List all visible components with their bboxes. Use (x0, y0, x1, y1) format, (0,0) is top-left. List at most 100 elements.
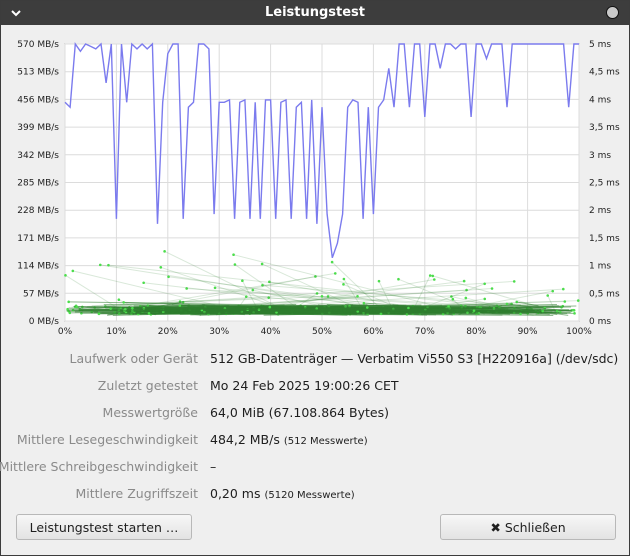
access-time-point (131, 306, 134, 310)
access-time-point (464, 296, 468, 300)
access-time-point (342, 283, 345, 286)
y-left-tick-label: 114 MB/s (17, 262, 59, 272)
y-right-tick-label: 2 ms (589, 206, 611, 216)
drive-row: Laufwerk oder Gerät 512 GB-Datenträger —… (1, 351, 629, 371)
avg-read-value: 484,2 MB/s (210, 432, 280, 447)
y-left-tick-label: 342 MB/s (17, 151, 59, 161)
avg-read-row: Mittlere Lesegeschwindigkeit 484,2 MB/s … (1, 432, 629, 452)
avg-access-note: (5120 Messwerte) (264, 490, 355, 501)
access-time-point (178, 304, 182, 307)
access-time-point (233, 263, 237, 266)
avg-write-row: Mittlere Schreibgeschwindigkeit – (0, 459, 629, 479)
drive-value: 512 GB-Datenträger — Verbatim Vi550 S3 [… (210, 351, 619, 366)
window-close-button[interactable] (606, 6, 619, 19)
access-time-point (505, 302, 509, 306)
access-time-point (377, 279, 381, 283)
x-tick-label: 0% (58, 327, 73, 337)
last-test-value: Mo 24 Feb 2025 19:00:26 CET (210, 378, 399, 393)
access-time-point (260, 262, 264, 266)
access-time-point (107, 263, 110, 267)
avg-access-value-group: 0,20 ms (5120 Messwerte) (210, 486, 355, 501)
avg-access-label: Mittlere Zugriffszeit (75, 486, 198, 501)
y-right-tick-label: 3 ms (589, 151, 611, 161)
access-time-point (462, 279, 466, 283)
access-time-point (483, 297, 487, 301)
drive-label: Laufwerk oder Gerät (69, 351, 198, 366)
access-time-point (431, 274, 435, 278)
x-tick-label: 40% (261, 327, 281, 337)
access-time-point (407, 306, 410, 310)
access-time-point (268, 305, 272, 309)
access-time-point (490, 287, 494, 290)
y-right-tick-label: 1 ms (589, 262, 611, 272)
access-time-point (64, 274, 67, 277)
x-tick-label: 60% (363, 327, 383, 337)
access-time-point (71, 269, 75, 273)
x-tick-label: 80% (466, 327, 486, 337)
y-left-tick-label: 0 MB/s (29, 317, 60, 327)
start-benchmark-button[interactable]: Leistungstest starten … (16, 514, 192, 540)
access-time-point (75, 305, 79, 309)
access-time-point (98, 263, 102, 267)
y-right-tick-label: 4 ms (589, 95, 611, 105)
access-time-point (573, 312, 576, 315)
x-tick-label: 10% (106, 327, 126, 337)
avg-access-value: 0,20 ms (210, 486, 261, 501)
x-tick-label: 90% (518, 327, 538, 337)
last-test-label: Zuletzt getestet (97, 378, 198, 393)
avg-write-value: – (210, 459, 217, 474)
access-time-point (122, 301, 126, 304)
access-time-point (330, 260, 334, 264)
sample-size-label: Messwertgröße (102, 405, 198, 420)
access-time-point (117, 298, 121, 302)
y-left-tick-label: 171 MB/s (17, 234, 59, 244)
access-time-point (397, 277, 400, 281)
y-right-tick-label: 0 ms (589, 317, 611, 327)
access-time-point (97, 312, 101, 316)
access-time-point (159, 266, 163, 269)
access-time-point (362, 301, 366, 305)
access-time-point (472, 309, 476, 312)
access-time-point (109, 307, 113, 310)
y-left-tick-label: 285 MB/s (17, 179, 59, 189)
access-time-point (451, 297, 455, 301)
access-time-point (163, 250, 166, 253)
access-time-point (68, 311, 72, 315)
window-title: Leistungstest (264, 5, 366, 20)
avg-read-value-group: 484,2 MB/s (512 Messwerte) (210, 432, 368, 447)
sample-size-row: Messwertgröße 64,0 MiB (67.108.864 Bytes… (1, 405, 629, 425)
y-right-tick-label: 4,5 ms (589, 68, 620, 78)
close-icon: ✖ (490, 520, 501, 535)
last-test-row: Zuletzt getestet Mo 24 Feb 2025 19:00:26… (1, 378, 629, 398)
access-time-point (432, 278, 436, 281)
y-right-tick-label: 3,5 ms (589, 123, 620, 133)
avg-write-label: Mittlere Schreibgeschwindigkeit (0, 459, 198, 474)
x-tick-label: 50% (312, 327, 332, 337)
access-time-point (213, 286, 217, 290)
y-right-tick-label: 2,5 ms (589, 179, 620, 189)
y-left-tick-label: 513 MB/s (17, 68, 59, 78)
sample-size-value: 64,0 MiB (67.108.864 Bytes) (210, 405, 389, 420)
close-button-label: Schließen (504, 520, 566, 535)
access-time-point (142, 281, 145, 285)
access-time-point (571, 308, 575, 312)
avg-read-note: (512 Messwerte) (283, 436, 368, 447)
x-tick-label: 30% (209, 327, 229, 337)
x-tick-label: 20% (158, 327, 178, 337)
y-left-tick-label: 456 MB/s (17, 95, 59, 105)
access-time-point (67, 300, 71, 304)
close-button[interactable]: ✖ Schließen (440, 514, 616, 540)
access-time-point (333, 272, 337, 275)
access-time-point (147, 312, 151, 315)
avg-access-row: Mittlere Zugriffszeit 0,20 ms (5120 Mess… (1, 486, 629, 506)
access-time-point (428, 274, 432, 277)
access-time-point (342, 277, 346, 281)
access-time-point (232, 253, 235, 256)
y-right-tick-label: 5 ms (589, 40, 611, 50)
access-time-point (66, 307, 69, 311)
y-left-tick-label: 228 MB/s (17, 206, 59, 216)
benchmark-dialog: Leistungstest 570 MB/s 5 ms 513 MB/s 4,5 ms… (0, 0, 630, 556)
access-time-point (365, 306, 369, 309)
access-time-point (519, 312, 522, 316)
access-time-point (483, 282, 486, 286)
